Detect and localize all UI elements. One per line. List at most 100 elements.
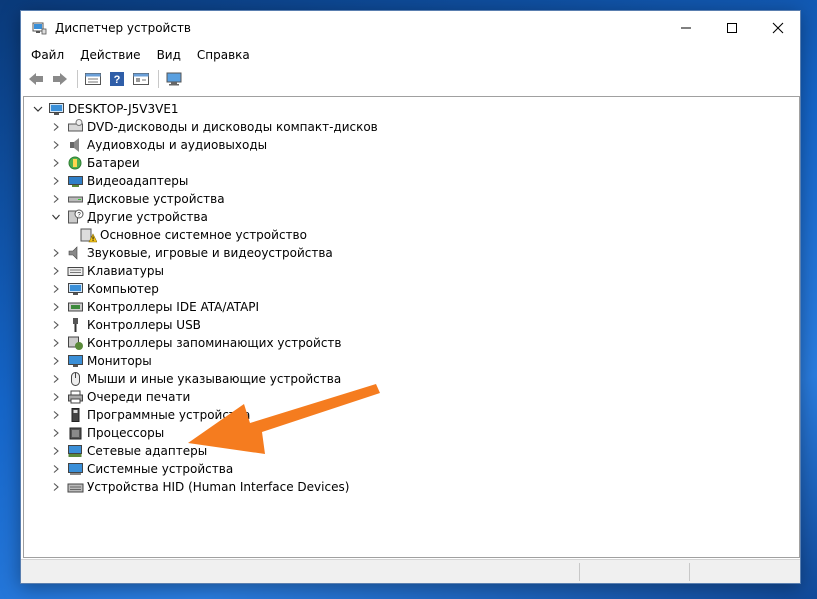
chevron-right-icon[interactable]	[49, 316, 63, 334]
tree-item[interactable]: Компьютер	[24, 280, 799, 298]
properties-button[interactable]	[82, 68, 104, 90]
chevron-right-icon[interactable]	[49, 370, 63, 388]
tree-item[interactable]: Очереди печати	[24, 388, 799, 406]
tree-item[interactable]: Батареи	[24, 154, 799, 172]
tree-item[interactable]: Сетевые адаптеры	[24, 442, 799, 460]
tree-item-label: Мониторы	[87, 354, 152, 368]
chevron-right-icon[interactable]	[49, 478, 63, 496]
sound-icon	[67, 245, 84, 261]
chevron-right-icon[interactable]	[49, 334, 63, 352]
system-device-icon	[67, 461, 84, 477]
device-manager-window: Диспетчер устройств Файл Действие Вид Сп…	[20, 10, 801, 584]
svg-text:?: ?	[114, 74, 121, 86]
tree-item[interactable]: ? Другие устройства	[24, 208, 799, 226]
device-category-list: DVD-дисководы и дисководы компакт-дисков…	[24, 118, 799, 496]
chevron-right-icon[interactable]	[49, 460, 63, 478]
tree-item[interactable]: DVD-дисководы и дисководы компакт-дисков	[24, 118, 799, 136]
title-bar[interactable]: Диспетчер устройств	[21, 11, 800, 45]
back-button[interactable]	[25, 68, 47, 90]
battery-icon	[67, 155, 84, 171]
chevron-right-icon[interactable]	[49, 352, 63, 370]
minimize-button[interactable]	[663, 11, 709, 45]
close-icon	[772, 22, 784, 34]
chevron-right-icon[interactable]	[49, 262, 63, 280]
chevron-down-icon[interactable]	[32, 103, 44, 115]
monitor-icon	[67, 353, 84, 369]
tree-item-label: Батареи	[87, 156, 140, 170]
maximize-icon	[727, 23, 737, 33]
tree-item-label: Устройства HID (Human Interface Devices)	[87, 480, 350, 494]
device-tree[interactable]: DESKTOP-J5V3VE1 DVD-дисководы и дисковод…	[23, 96, 800, 558]
scan-hardware-button[interactable]	[163, 68, 185, 90]
status-bar	[21, 559, 800, 583]
tree-item-label: Программные устройства	[87, 408, 251, 422]
status-separator	[689, 563, 690, 581]
chevron-right-icon[interactable]	[49, 154, 63, 172]
chevron-right-icon[interactable]	[49, 190, 63, 208]
tree-item-label: Очереди печати	[87, 390, 191, 404]
tree-item[interactable]: Звуковые, игровые и видеоустройства	[24, 244, 799, 262]
maximize-button[interactable]	[709, 11, 755, 45]
status-separator	[579, 563, 580, 581]
chevron-right-icon[interactable]	[49, 244, 63, 262]
tree-root[interactable]: DESKTOP-J5V3VE1	[32, 100, 179, 118]
tree-item[interactable]: Видеоадаптеры	[24, 172, 799, 190]
toolbar-separator	[158, 70, 159, 88]
network-adapter-icon	[67, 443, 84, 459]
storage-controller-icon	[67, 335, 84, 351]
tree-item-label: Звуковые, игровые и видеоустройства	[87, 246, 333, 260]
tree-item[interactable]: Программные устройства	[24, 406, 799, 424]
tree-item-label: DVD-дисководы и дисководы компакт-дисков	[87, 120, 378, 134]
tree-item[interactable]: Системные устройства	[24, 460, 799, 478]
chevron-right-icon[interactable]	[49, 442, 63, 460]
tree-item[interactable]: Клавиатуры	[24, 262, 799, 280]
tree-item[interactable]: Контроллеры USB	[24, 316, 799, 334]
tree-item-label: Мыши и иные указывающие устройства	[87, 372, 342, 386]
chevron-right-icon[interactable]	[49, 424, 63, 442]
chevron-right-icon[interactable]	[49, 172, 63, 190]
toolbar-separator	[77, 70, 78, 88]
tree-item-label: Контроллеры IDE ATA/ATAPI	[87, 300, 260, 314]
tree-item-label: Процессоры	[87, 426, 165, 440]
tree-item[interactable]: Дисковые устройства	[24, 190, 799, 208]
menu-file[interactable]: Файл	[25, 45, 70, 65]
tree-item[interactable]: Устройства HID (Human Interface Devices)	[24, 478, 799, 496]
tree-item-label: Компьютер	[87, 282, 159, 296]
disk-drive-icon	[67, 191, 84, 207]
chevron-right-icon[interactable]	[49, 298, 63, 316]
other-devices-icon: ?	[67, 209, 84, 225]
chevron-right-icon[interactable]	[49, 388, 63, 406]
close-button[interactable]	[755, 11, 801, 45]
processor-icon	[67, 425, 84, 441]
audio-io-icon	[67, 137, 84, 153]
mouse-icon	[67, 371, 84, 387]
tree-item-label: Другие устройства	[87, 210, 208, 224]
menu-view[interactable]: Вид	[151, 45, 187, 65]
chevron-right-icon[interactable]	[49, 406, 63, 424]
tree-item[interactable]: Процессоры	[24, 424, 799, 442]
tree-item[interactable]: Мониторы	[24, 352, 799, 370]
tree-item[interactable]: Аудиовходы и аудиовыходы	[24, 136, 799, 154]
tree-item-label: Видеоадаптеры	[87, 174, 189, 188]
tree-item[interactable]: Контроллеры IDE ATA/ATAPI	[24, 298, 799, 316]
back-icon	[29, 73, 43, 85]
tree-item[interactable]: Мыши и иные указывающие устройства	[24, 370, 799, 388]
menu-action[interactable]: Действие	[74, 45, 146, 65]
chevron-right-icon[interactable]	[49, 118, 63, 136]
display-adapter-icon	[67, 173, 84, 189]
computer-icon	[49, 103, 64, 115]
chevron-right-icon[interactable]	[49, 280, 63, 298]
chevron-right-icon[interactable]	[49, 136, 63, 154]
forward-button[interactable]	[49, 68, 71, 90]
view-button[interactable]	[130, 68, 152, 90]
help-button[interactable]: ?	[106, 68, 128, 90]
chevron-down-icon[interactable]	[49, 208, 63, 226]
minimize-icon	[681, 27, 691, 29]
menu-help[interactable]: Справка	[191, 45, 256, 65]
tree-item[interactable]: Контроллеры запоминающих устройств	[24, 334, 799, 352]
properties-icon	[85, 73, 101, 85]
menu-bar: Файл Действие Вид Справка	[21, 45, 800, 65]
tree-item-label: Контроллеры запоминающих устройств	[87, 336, 342, 350]
ide-controller-icon	[67, 299, 84, 315]
tree-item[interactable]: Основное системное устройство	[24, 226, 799, 244]
